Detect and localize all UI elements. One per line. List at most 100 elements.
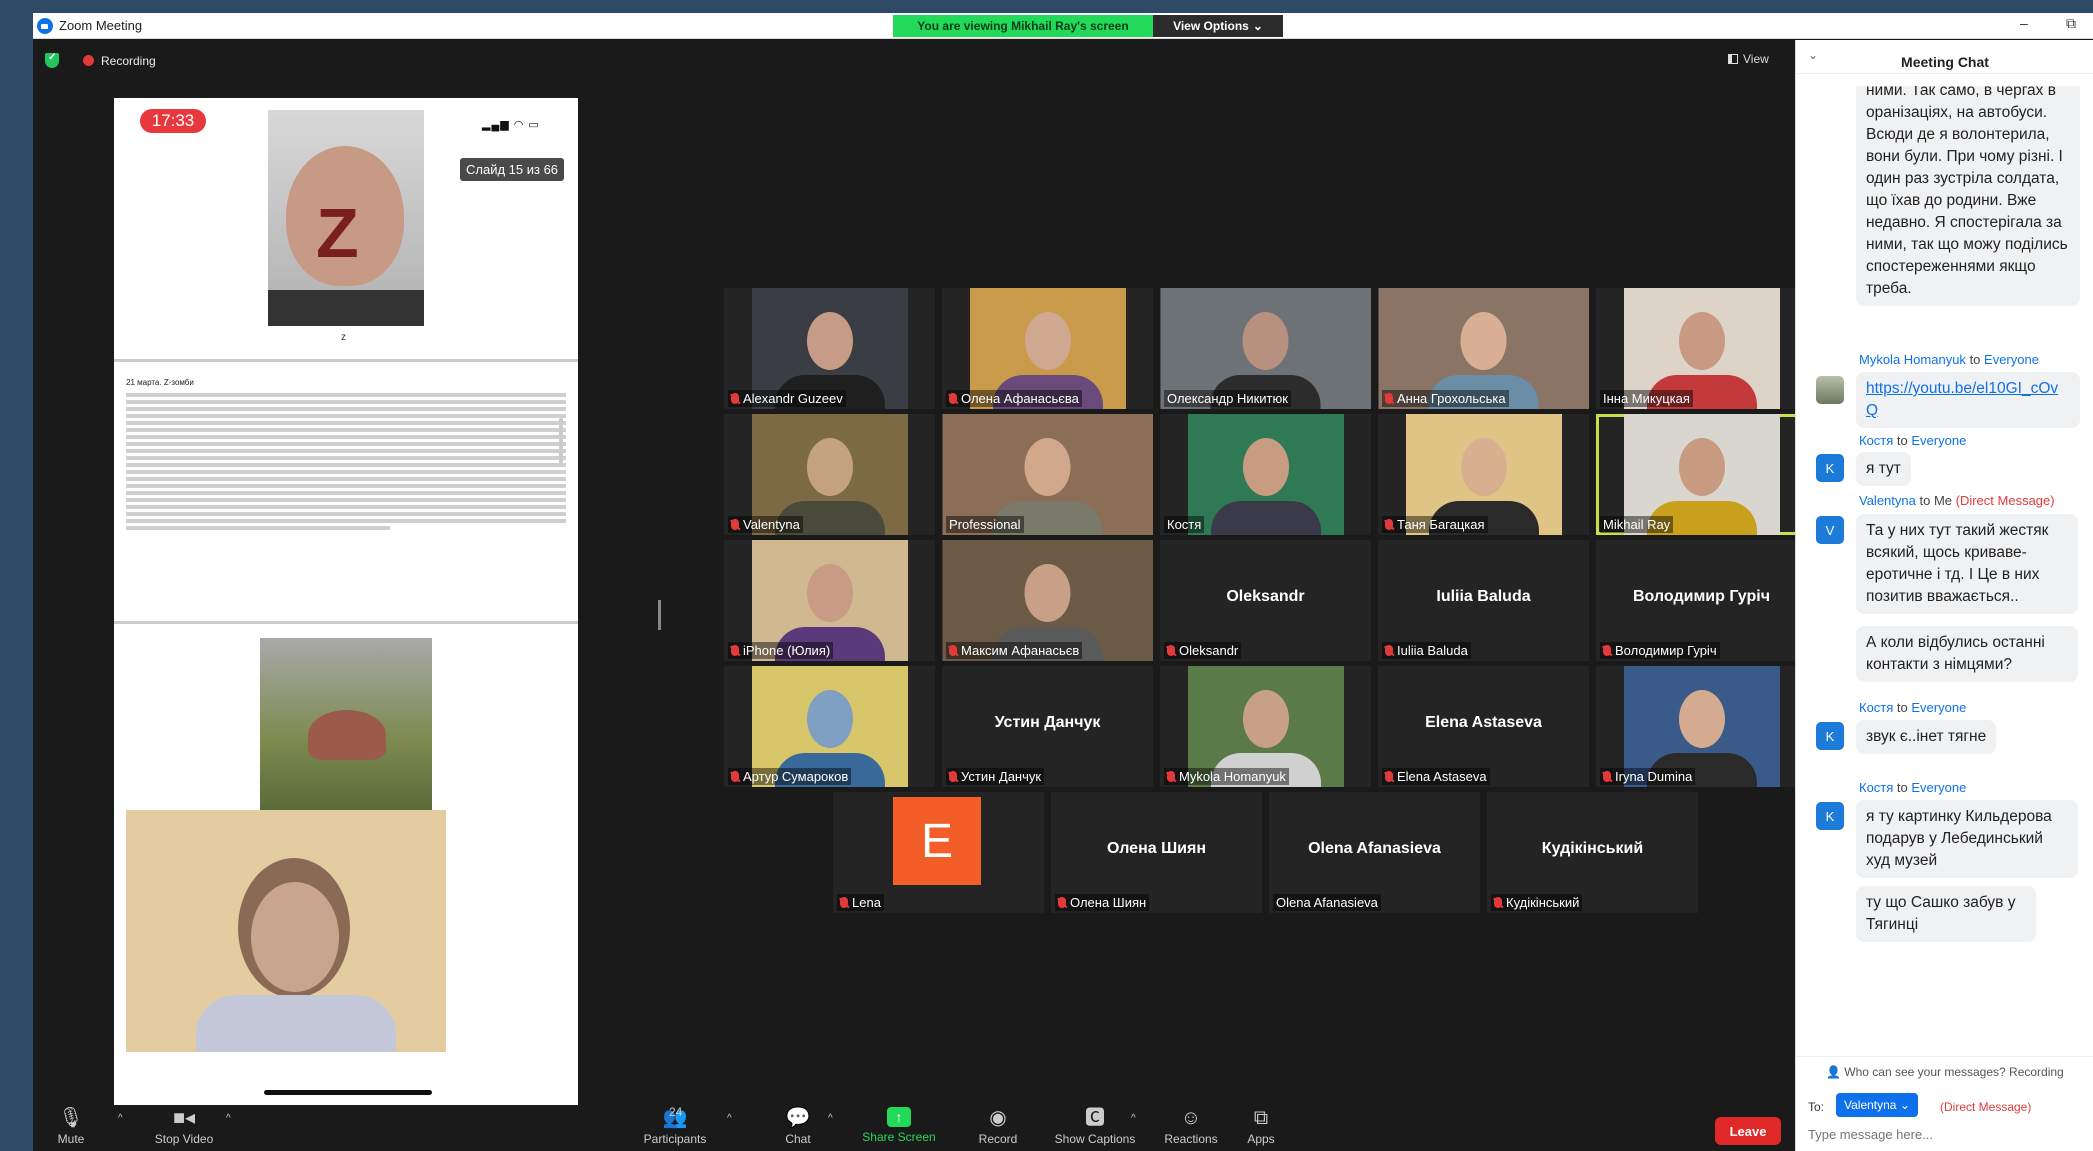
participant-tile[interactable]: Олена Афанасьєва	[942, 288, 1153, 409]
slide-counter: Слайд 15 из 66	[460, 158, 565, 181]
participant-tile[interactable]: iPhone (Юлия)	[724, 540, 935, 661]
participant-tile[interactable]: Олександр Никитюк	[1160, 288, 1371, 409]
share-screen-button[interactable]: ↑ Share Screen	[859, 1107, 939, 1144]
muted-microphone-icon	[1058, 897, 1066, 908]
mute-button[interactable]: 🎙 Mute	[51, 1107, 91, 1146]
viewing-screen-banner: You are viewing Mikhail Ray's screen	[893, 15, 1153, 37]
participant-name-label: Олена Шиян	[1055, 894, 1150, 911]
video-options-caret-icon[interactable]: ^	[226, 1113, 231, 1124]
direct-message-tag: (Direct Message)	[1955, 493, 2055, 508]
sender-name[interactable]: Костя	[1859, 700, 1893, 715]
participant-tile[interactable]: Olena Afanasieva Olena Afanasieva	[1269, 792, 1480, 913]
participant-tile[interactable]: E Lena	[833, 792, 1044, 913]
view-options-button[interactable]: View Options ⌄	[1153, 15, 1283, 37]
participant-tile[interactable]: Володимир Гуріч Володимир Гуріч	[1596, 540, 1807, 661]
participant-name: Olena Afanasieva	[1276, 895, 1378, 910]
participant-tile[interactable]: Oleksandr Oleksandr	[1160, 540, 1371, 661]
participant-tile[interactable]: Iuliia Baluda Iuliia Baluda	[1378, 540, 1589, 661]
participant-tile[interactable]: Таня Багацкая	[1378, 414, 1589, 535]
chat-message: я тут	[1856, 452, 1911, 486]
participants-button[interactable]: 👥 24 Participants	[637, 1105, 713, 1146]
participant-tile[interactable]: Elena Astaseva Elena Astaseva	[1378, 666, 1589, 787]
muted-microphone-icon	[949, 645, 957, 656]
participant-tile[interactable]: Устин Данчук Устин Данчук	[942, 666, 1153, 787]
participant-tile[interactable]: Олена Шиян Олена Шиян	[1051, 792, 1262, 913]
participant-name: Alexandr Guzeev	[743, 391, 843, 406]
show-captions-label: Show Captions	[1054, 1132, 1136, 1146]
stop-video-button[interactable]: ■◂ Stop Video	[149, 1107, 219, 1146]
sender-name[interactable]: Костя	[1859, 433, 1893, 448]
view-options-label: View Options	[1173, 19, 1249, 33]
minimize-button[interactable]: –	[2020, 15, 2028, 31]
participant-name-label: Mikhail Ray	[1600, 516, 1674, 533]
photo-caption: z	[341, 332, 346, 343]
record-label: Record	[978, 1132, 1018, 1146]
participant-tile[interactable]: Максим Афанасьєв	[942, 540, 1153, 661]
chat-options-caret-icon[interactable]: ^	[828, 1113, 833, 1124]
participant-tile[interactable]: Анна Грохольська	[1378, 288, 1589, 409]
leave-button[interactable]: Leave	[1715, 1117, 1781, 1145]
avatar: V	[1816, 516, 1844, 544]
avatar	[1816, 376, 1844, 404]
chat-label: Chat	[785, 1132, 811, 1146]
avatar: K	[1816, 454, 1844, 482]
participant-tile[interactable]: Valentyna	[724, 414, 935, 535]
captions-options-caret-icon[interactable]: ^	[1131, 1113, 1136, 1124]
document-scrollbar[interactable]	[559, 418, 563, 464]
security-shield-icon[interactable]	[45, 52, 59, 68]
participant-display-name: Олена Шиян	[1106, 840, 1206, 857]
view-button[interactable]: View	[1728, 52, 1769, 66]
chat-button[interactable]: 💬 Chat	[778, 1107, 818, 1146]
participant-name-label: Mykola Homanyuk	[1164, 768, 1289, 785]
participant-display-name: Володимир Гуріч	[1633, 588, 1770, 605]
captions-icon: 🅲	[1085, 1107, 1105, 1129]
muted-microphone-icon	[1603, 645, 1611, 656]
participant-tile[interactable]: Кудікінський Кудікінський	[1487, 792, 1698, 913]
participant-tile[interactable]: Professional	[942, 414, 1153, 535]
self-view-video[interactable]	[126, 810, 446, 1052]
direct-message-tag: (Direct Message)	[1940, 1100, 2032, 1114]
recipient-name: Everyone	[1911, 433, 1967, 448]
recording-label[interactable]: Recording	[101, 54, 156, 68]
zoom-logo-icon	[37, 18, 53, 34]
participant-name: Iuliia Baluda	[1397, 643, 1468, 658]
recipient-select[interactable]: Valentyna ⌄	[1836, 1093, 1918, 1117]
reactions-button[interactable]: ☺ Reactions	[1159, 1107, 1223, 1146]
participant-video	[1187, 414, 1344, 535]
sender-name[interactable]: Valentyna	[1859, 493, 1916, 508]
restore-button[interactable]: ⧉	[2066, 15, 2076, 32]
participant-name: Артур Сумароков	[743, 769, 849, 784]
apps-button[interactable]: ⧉ Apps	[1241, 1107, 1281, 1146]
youtube-link[interactable]: https://youtu.be/el10GI_cOvQ	[1866, 380, 2058, 419]
show-captions-button[interactable]: 🅲 Show Captions	[1049, 1107, 1141, 1146]
participant-tile[interactable]: Mykola Homanyuk	[1160, 666, 1371, 787]
sender-name[interactable]: Mykola Homanyuk	[1859, 352, 1966, 367]
chat-message-input[interactable]	[1808, 1127, 2078, 1142]
participant-name-label: Olena Afanasieva	[1273, 894, 1381, 911]
participant-name: Iryna Dumina	[1615, 769, 1693, 784]
muted-microphone-icon	[1385, 771, 1393, 782]
article-heading: 21 марта. Z-зомби	[126, 378, 194, 387]
phone-status-icons: ▂▄▆ ◠ ▭	[482, 119, 540, 131]
participant-tile[interactable]: Alexandr Guzeev	[724, 288, 935, 409]
audio-options-caret-icon[interactable]: ^	[118, 1113, 123, 1124]
participant-name: Mikhail Ray	[1603, 517, 1671, 532]
participant-tile[interactable]: Костя	[1160, 414, 1371, 535]
participant-tile[interactable]: Артур Сумароков	[724, 666, 935, 787]
who-can-see-label: Who can see your messages? Recording	[1844, 1065, 2064, 1079]
participant-name-label: Iuliia Baluda	[1382, 642, 1471, 659]
participant-display-name: Elena Astaseva	[1425, 714, 1542, 731]
participant-tile[interactable]: Інна Микуцкая	[1596, 288, 1807, 409]
record-button[interactable]: ◉ Record	[973, 1107, 1023, 1146]
participant-name-label: Олександр Никитюк	[1164, 390, 1291, 407]
who-can-see-link[interactable]: 👤 Who can see your messages? Recording	[1826, 1065, 2064, 1079]
sender-name[interactable]: Костя	[1859, 780, 1893, 795]
participant-name: Valentyna	[743, 517, 800, 532]
participants-options-caret-icon[interactable]: ^	[727, 1113, 732, 1124]
participant-tile[interactable]: Iryna Dumina	[1596, 666, 1807, 787]
panel-splitter-handle[interactable]	[658, 600, 661, 630]
muted-microphone-icon	[1167, 645, 1175, 656]
chat-compose: 👤 Who can see your messages? Recording T…	[1796, 1056, 2093, 1151]
participant-tile[interactable]: Mikhail Ray	[1596, 414, 1807, 535]
participant-display-name: Iuliia Baluda	[1436, 588, 1531, 605]
